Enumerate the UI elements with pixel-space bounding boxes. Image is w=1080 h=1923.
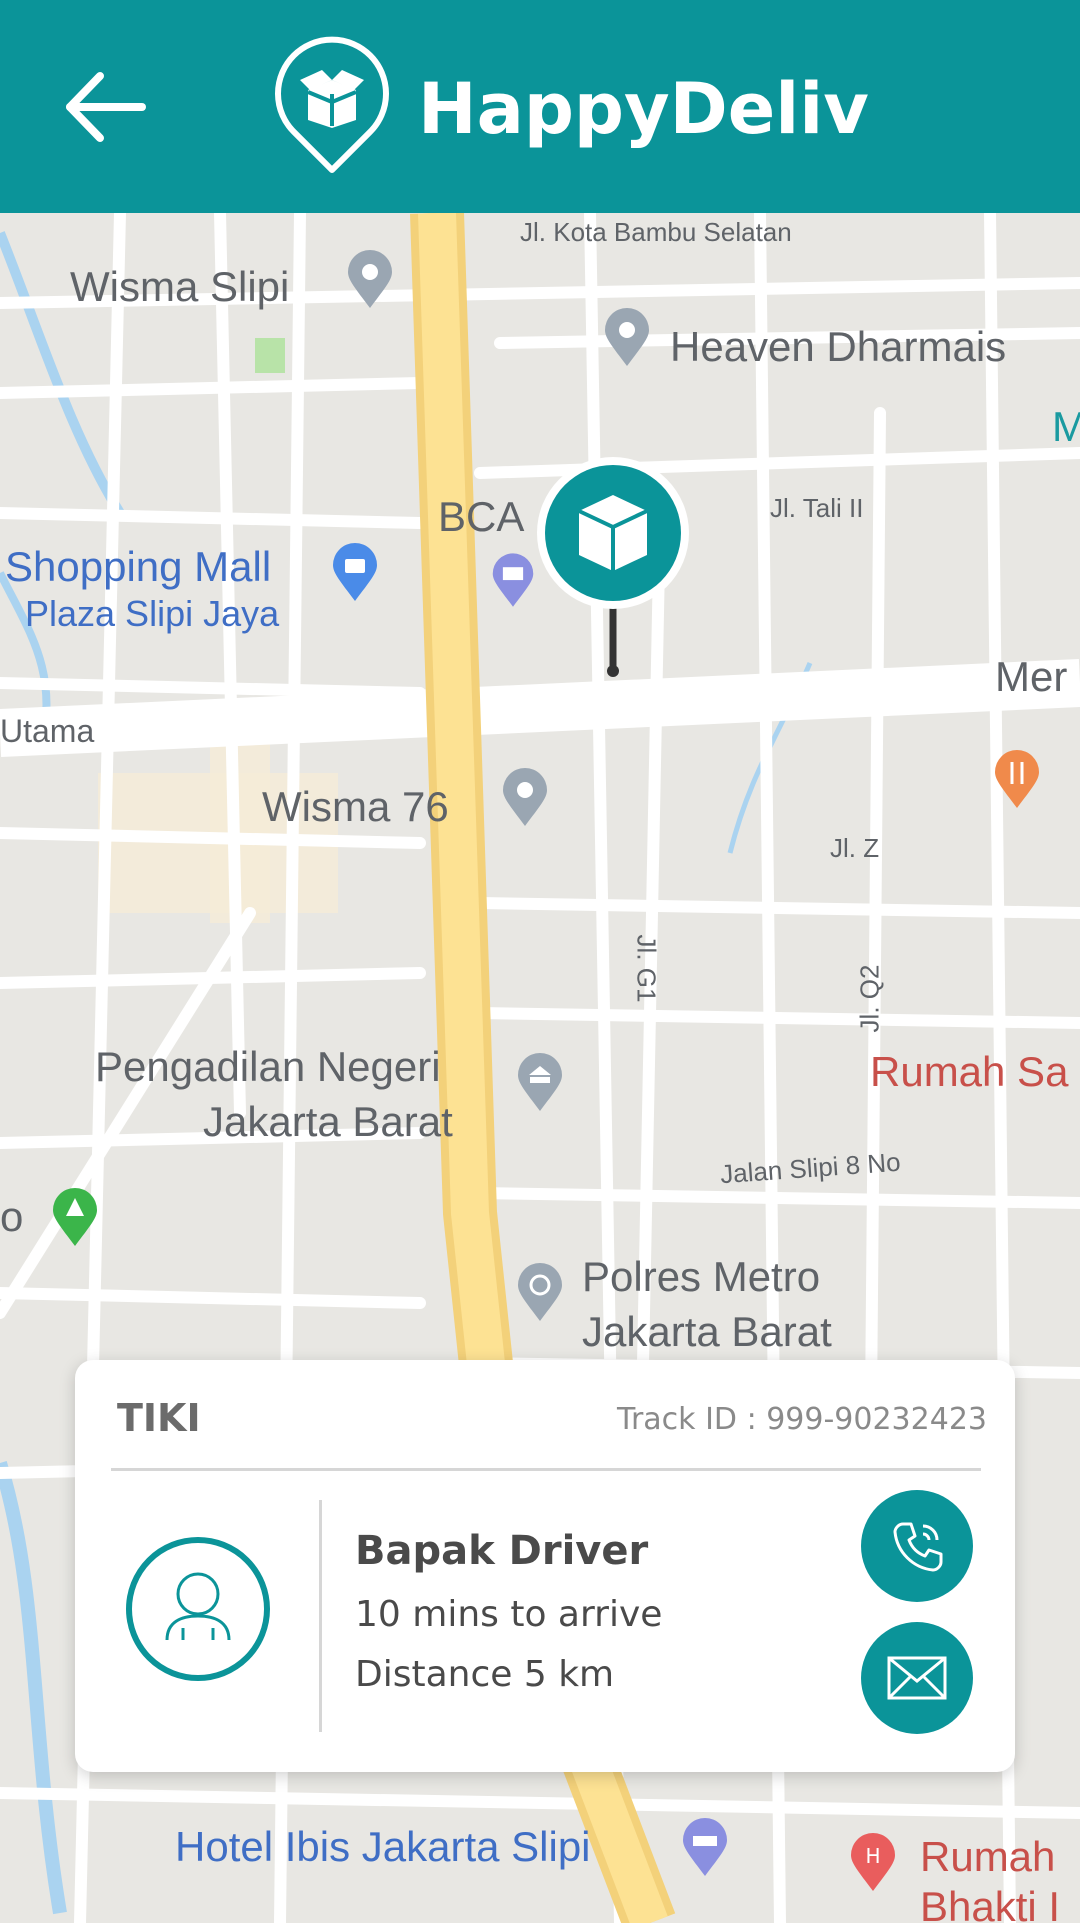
map-label-place: Shopping Mall [5,543,272,590]
hotel-pin-icon [683,1818,727,1876]
driver-card: TIKI Track ID : 999-90232423 Bapak Drive… [75,1360,1015,1772]
card-divider [111,1468,981,1471]
hospital-pin-icon: H [851,1833,895,1891]
shopping-pin-icon [333,543,377,601]
location-pin-icon [605,308,649,366]
map-label-place: Rumah [920,1833,1056,1880]
map-label-place: o [0,1193,24,1240]
call-button[interactable] [861,1490,973,1602]
svg-text:H: H [865,1844,880,1868]
map-label-place: Polres Metro [582,1253,821,1300]
driver-eta: 10 mins to arrive [355,1594,663,1635]
user-avatar-icon [126,1537,270,1681]
map-label-street: Jl. Z [830,833,880,863]
restaurant-pin-icon [995,750,1039,808]
location-pin-icon [348,250,392,308]
card-divider-vertical [319,1500,322,1732]
phone-icon [893,1522,943,1572]
map-label-place: Jakarta Barat [203,1098,453,1145]
police-pin-icon [518,1263,562,1321]
park-pin-icon [53,1188,97,1246]
driver-name: Bapak Driver [355,1528,649,1574]
track-id: Track ID : 999-90232423 [617,1402,987,1437]
package-box-icon[interactable] [535,455,691,680]
driver-distance: Distance 5 km [355,1654,615,1695]
map-label-place: Wisma 76 [262,783,449,830]
map-label-place: Wisma Slipi [70,263,290,310]
map-label-place: Bhakti I [920,1883,1061,1923]
back-button[interactable] [60,62,150,152]
map-label-street: Jl. Tali II [770,493,864,523]
bank-pin-icon [492,553,534,607]
map-label-street: Utama [0,713,95,749]
map-label-place: Jakarta Barat [582,1308,832,1355]
map-label-place: Pengadilan Negeri [95,1043,441,1090]
message-button[interactable] [861,1622,973,1734]
app-logo [272,36,392,176]
map-label-place: Plaza Slipi Jaya [25,593,280,634]
map-label-street: Jl. G1 [631,934,662,1003]
map-label-place: M [1052,403,1080,450]
envelope-icon [887,1656,947,1700]
app-header: HappyDeliv [0,0,1080,213]
map-label-place: Hotel Ibis Jakarta Slipi [175,1823,591,1870]
map-label-street: Jl. Q2 [854,964,885,1033]
app-title: HappyDeliv [418,68,869,150]
courier-name: TIKI [117,1396,201,1440]
map-label-street: Jl. Kota Bambu Selatan [520,217,792,247]
box-pin-logo [275,36,389,173]
location-pin-icon [503,768,547,826]
map-label-place: BCA [438,493,525,540]
arrow-left-icon [66,72,146,142]
government-pin-icon [518,1053,562,1111]
map-label-place: Heaven Dharmais [670,323,1007,370]
map-label-street: Mer [995,653,1068,700]
map-label-place: Rumah Sa [870,1048,1069,1095]
